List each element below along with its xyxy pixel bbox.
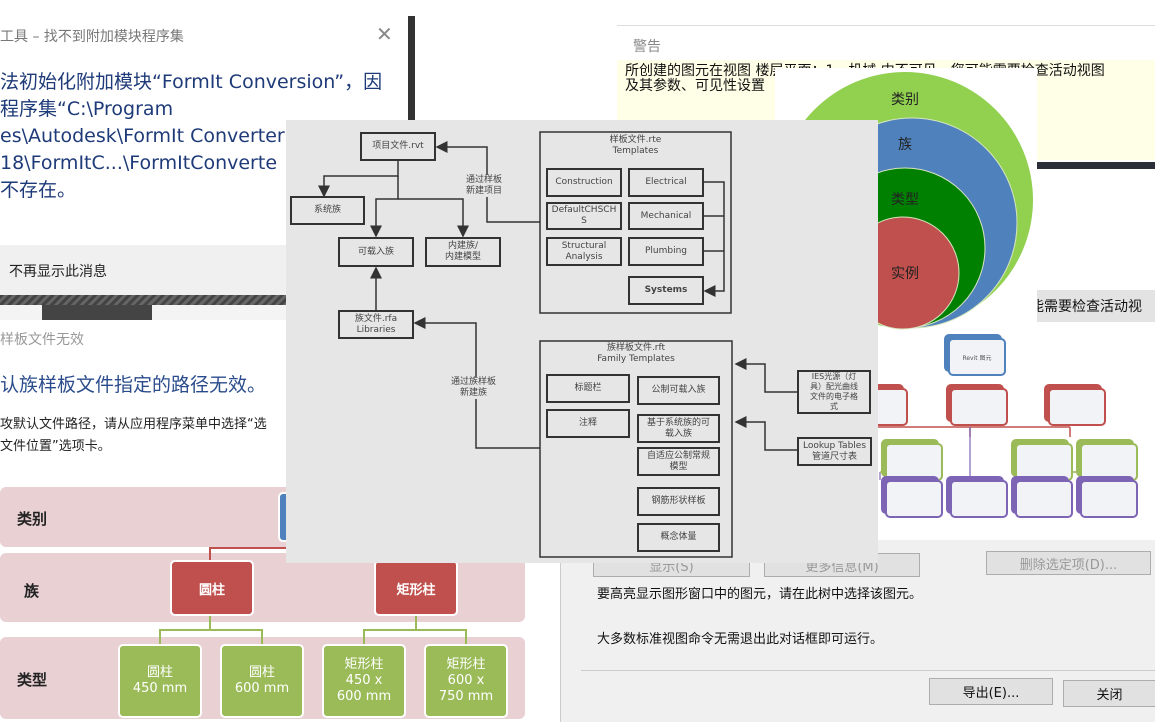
- dialog-title: 样板文件无效: [0, 332, 84, 348]
- delete-selected-button[interactable]: 删除选定项(D)...: [986, 551, 1151, 575]
- close-button[interactable]: 关闭: [1063, 680, 1155, 707]
- org-node: [950, 480, 1008, 518]
- background-text: 能需要检查活动视: [1030, 290, 1155, 322]
- family-template-box: 标题栏: [546, 374, 630, 403]
- dont-show-again-checkbox[interactable]: 不再显示此消息: [9, 261, 107, 281]
- org-node: [1080, 443, 1138, 481]
- family-template-box: 基于系统族的可 载入族: [637, 414, 720, 443]
- templates-title: 样板文件.rte Templates: [609, 135, 662, 156]
- template-box: Plumbing: [628, 237, 704, 266]
- project-file-box: 项目文件.rvt: [360, 132, 436, 161]
- family-node: 圆柱: [170, 560, 254, 616]
- revit-element-org-chart: Revit 图元: [850, 330, 1155, 530]
- family-templates-title: 族样板文件.rft Family Templates: [597, 343, 675, 364]
- hint-text: 大多数标准视图命令无需退出此对话框即可运行。: [597, 632, 884, 647]
- template-box: DefaultCHSCH S: [546, 202, 622, 230]
- org-node: [885, 480, 943, 518]
- circle-label: 类型: [891, 192, 919, 208]
- template-box: Structural Analysis: [546, 237, 622, 266]
- via-template-label: 通过样板 新建项目: [466, 175, 503, 197]
- circle-label: 族: [898, 137, 912, 153]
- inplace-family-box: 内建族/ 内建模型: [425, 237, 501, 267]
- close-icon[interactable]: ✕: [376, 22, 393, 46]
- circle-label: 实例: [891, 266, 919, 282]
- type-node: 矩形柱 450 x 600 mm: [322, 644, 406, 718]
- family-template-box: 概念体量: [637, 523, 720, 552]
- type-node: 圆柱 450 mm: [118, 644, 202, 718]
- org-node: [1048, 388, 1106, 426]
- org-node: [885, 443, 943, 481]
- background-dialog: 能需要检查活动视: [1030, 160, 1155, 330]
- family-template-box: 注释: [546, 409, 630, 438]
- dialog-heading: 认族样板文件指定的路径无效。: [0, 374, 267, 396]
- template-invalid-dialog: 样板文件无效 认族样板文件指定的路径无效。 攻默认文件路径，请从应用程序菜单中选…: [0, 320, 287, 482]
- org-node: [950, 388, 1008, 426]
- family-template-box: 公制可载入族: [637, 376, 720, 405]
- type-node: 矩形柱 600 x 750 mm: [424, 644, 508, 718]
- ies-box: IES光源（灯 具）配光曲线 文件的电子格 式: [797, 370, 871, 414]
- lookup-tables-box: Lookup Tables 管道尺寸表: [797, 437, 872, 466]
- circle-label: 类别: [891, 92, 919, 108]
- template-box: Mechanical: [628, 202, 704, 230]
- family-template-box: 钢筋形状样板: [637, 487, 720, 516]
- export-button[interactable]: 导出(E)...: [929, 678, 1053, 705]
- org-node: [1015, 443, 1073, 481]
- via-family-template-label: 通过族样板 新建族: [451, 377, 497, 399]
- hint-text: 要高亮显示图形窗口中的图元，请在此树中选择该图元。: [597, 587, 923, 602]
- row-label: 类型: [17, 671, 48, 689]
- family-template-box: 自适应公制常规 模型: [637, 447, 720, 476]
- revit-file-flowchart: 项目文件.rvt 系统族 可载入族 内建族/ 内建模型 族文件.rfa Libr…: [286, 120, 878, 563]
- system-family-box: 系统族: [290, 196, 365, 225]
- template-box: Construction: [546, 168, 622, 197]
- dialog-title: 警告: [633, 39, 661, 55]
- template-box: Electrical: [628, 168, 704, 197]
- org-node-root: Revit 图元: [948, 338, 1006, 376]
- dialog-title: 工具 – 找不到附加模块程序集: [0, 29, 184, 45]
- dialog-text: 攻默认文件路径，请从应用程序菜单中选择“选 文件位置”选项卡。: [0, 417, 267, 454]
- review-warnings-dialog: 显示(S) 更多信息(M) 删除选定项(D)... 要高亮显示图形窗口中的图元，…: [560, 540, 1155, 722]
- type-node: 圆柱 600 mm: [220, 644, 304, 718]
- org-node: [1080, 480, 1138, 518]
- loadable-family-box: 可载入族: [338, 237, 414, 267]
- template-box: Systems: [628, 276, 704, 305]
- row-label: 类别: [17, 510, 48, 528]
- family-node: 矩形柱: [374, 560, 458, 616]
- family-file-box: 族文件.rfa Libraries: [338, 310, 414, 339]
- org-node: [1015, 480, 1073, 518]
